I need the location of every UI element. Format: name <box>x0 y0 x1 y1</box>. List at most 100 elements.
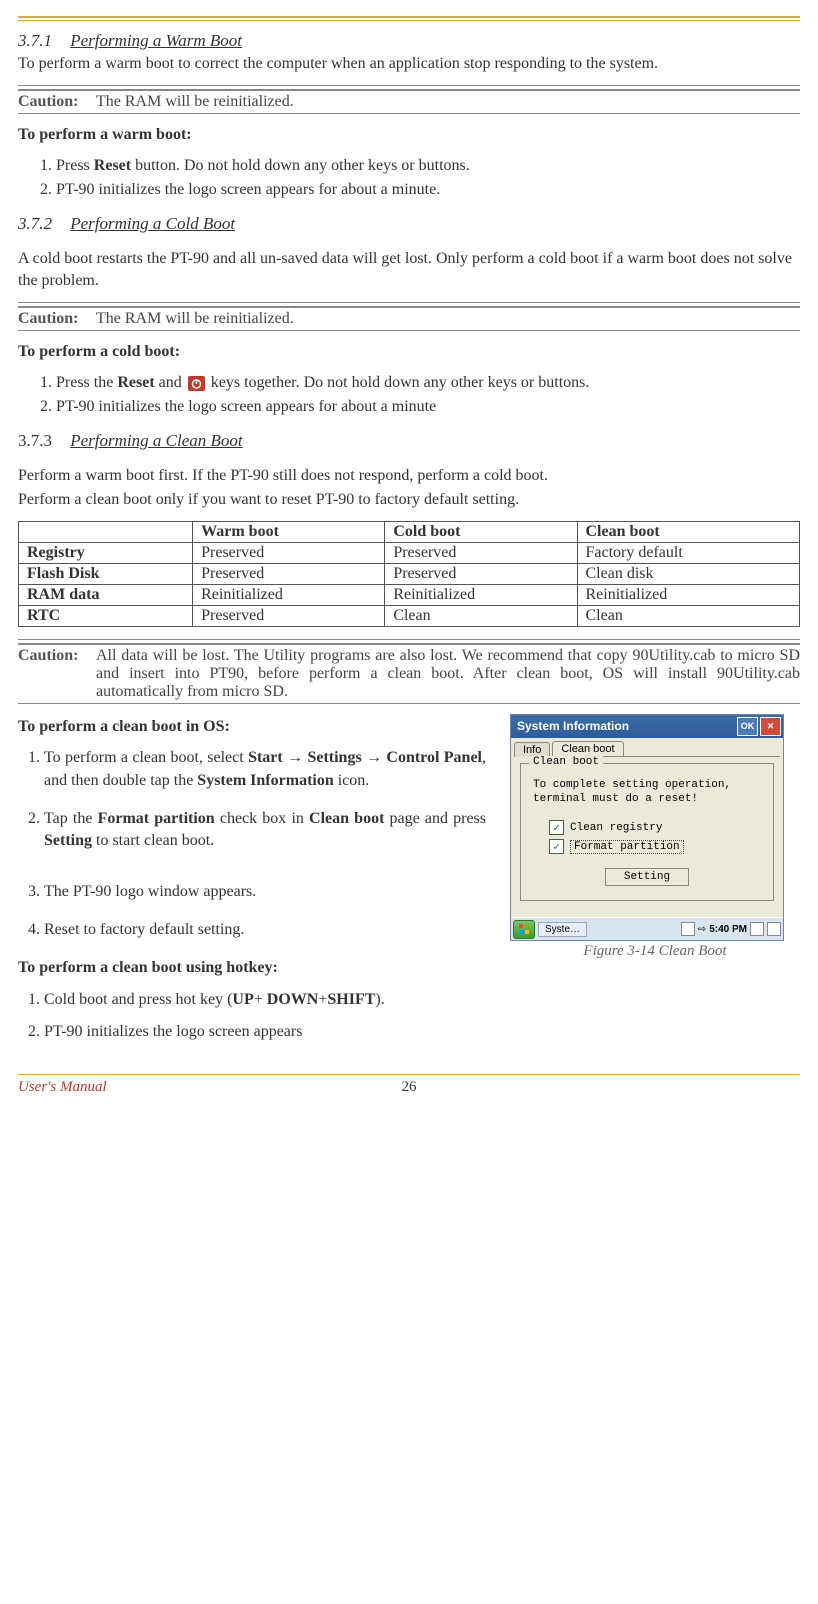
divider <box>18 639 800 645</box>
table-cell: Preserved <box>385 563 577 584</box>
divider <box>18 113 800 114</box>
checkbox-icon: ✓ <box>549 820 564 835</box>
list-item: To perform a clean boot, select Start → … <box>44 747 486 792</box>
caution-label: Caution: <box>18 93 96 111</box>
table-header: Clean boot <box>577 521 800 542</box>
dialog-title: System Information <box>517 719 629 733</box>
text: Press <box>56 157 94 174</box>
tray-icon[interactable] <box>750 922 764 936</box>
text: → <box>362 749 387 766</box>
list-item: Reset to factory default setting. <box>44 919 486 941</box>
page-footer: User's Manual 26 User's Manual <box>18 1079 800 1096</box>
text: ). <box>375 991 384 1008</box>
table-row: Warm boot Cold boot Clean boot <box>19 521 800 542</box>
warm-steps-list: Press Reset button. Do not hold down any… <box>18 155 800 200</box>
list-item: Press Reset button. Do not hold down any… <box>56 155 800 177</box>
dialog-titlebar: System Information OK ✕ <box>511 715 783 738</box>
divider <box>18 703 800 704</box>
close-button[interactable]: ✕ <box>760 717 781 736</box>
text: Press the <box>56 374 117 391</box>
text-bold: Reset <box>94 157 131 174</box>
table-cell: Registry <box>19 542 193 563</box>
dialog-tabs: Info Clean boot <box>511 738 783 756</box>
text: keys together. Do not hold down any othe… <box>207 374 590 391</box>
table-row: Registry Preserved Preserved Factory def… <box>19 542 800 563</box>
taskbar: Syste… ⇨ 5:40 PM <box>511 917 783 940</box>
list-item: The PT-90 logo window appears. <box>44 881 486 903</box>
tray-icon[interactable] <box>681 922 695 936</box>
tab-info[interactable]: Info <box>514 742 550 757</box>
text-bold: Settings <box>307 749 361 766</box>
tray-clock: 5:40 PM <box>709 924 747 935</box>
ok-button[interactable]: OK <box>737 717 758 736</box>
text: and <box>155 374 186 391</box>
group-legend: Clean boot <box>529 756 603 768</box>
text-bold: Start <box>248 749 283 766</box>
table-header: Cold boot <box>385 521 577 542</box>
text: Cold boot and press hot key ( <box>44 991 232 1008</box>
heading-num: 3.7.1 <box>18 31 52 50</box>
checkbox-label: Format partition <box>570 840 684 854</box>
tray-icon[interactable] <box>767 922 781 936</box>
text-bold: Format partition <box>98 810 215 827</box>
text: page and press <box>384 810 486 827</box>
text-bold: UP <box>232 991 253 1008</box>
table-cell: Flash Disk <box>19 563 193 584</box>
footer-page-number: 26 <box>402 1079 417 1096</box>
table-cell: Preserved <box>193 605 385 626</box>
start-button[interactable] <box>513 920 535 939</box>
table-cell: Preserved <box>193 563 385 584</box>
clean-os-steps: To perform a clean boot, select Start → … <box>18 747 486 941</box>
caution-text: The RAM will be reinitialized. <box>96 93 800 111</box>
taskbar-item[interactable]: Syste… <box>538 922 587 937</box>
boot-comparison-table: Warm boot Cold boot Clean boot Registry … <box>18 521 800 627</box>
text-bold: Control Panel <box>386 749 482 766</box>
list-item: PT-90 initializes the logo screen appear… <box>44 1021 486 1043</box>
clean-hotkey-steps: Cold boot and press hot key (UP+ DOWN+SH… <box>18 989 486 1044</box>
text-bold: System Information <box>197 772 333 789</box>
table-cell: Preserved <box>385 542 577 563</box>
list-item: Cold boot and press hot key (UP+ DOWN+SH… <box>44 989 486 1011</box>
checkbox-clean-registry[interactable]: ✓ Clean registry <box>549 820 763 835</box>
clean-os-heading: To perform a clean boot in OS: <box>18 716 486 738</box>
text: To perform a clean boot, select <box>44 749 248 766</box>
tray-arrow-icon: ⇨ <box>698 924 706 935</box>
table-cell: Clean disk <box>577 563 800 584</box>
tab-clean-boot[interactable]: Clean boot <box>552 741 623 756</box>
divider <box>18 330 800 331</box>
clean-intro-2: Perform a clean boot only if you want to… <box>18 489 800 511</box>
checkbox-format-partition[interactable]: ✓ Format partition <box>549 839 763 854</box>
checkbox-icon: ✓ <box>549 839 564 854</box>
setting-button[interactable]: Setting <box>605 868 689 886</box>
caution-text: All data will be lost. The Utility progr… <box>96 647 800 701</box>
table-cell: RTC <box>19 605 193 626</box>
list-item: PT-90 initializes the logo screen appear… <box>56 396 800 418</box>
divider <box>18 85 800 91</box>
heading-num: 3.7.2 <box>18 214 52 233</box>
list-item: Press the Reset and keys together. Do no… <box>56 372 800 394</box>
table-cell: Reinitialized <box>385 584 577 605</box>
heading-title: Performing a Clean Boot <box>70 431 242 450</box>
text-bold: Clean boot <box>309 810 384 827</box>
caution-text: The RAM will be reinitialized. <box>96 310 800 328</box>
top-rule <box>18 16 800 21</box>
text: → <box>283 749 308 766</box>
text: PT-90 initializes the logo screen appear… <box>44 1023 302 1040</box>
heading-num: 3.7.3 <box>18 431 52 450</box>
caution-warm: Caution: The RAM will be reinitialized. <box>18 93 800 111</box>
text: button. Do not hold down any other keys … <box>131 157 470 174</box>
table-header <box>19 521 193 542</box>
cold-steps-list: Press the Reset and keys together. Do no… <box>18 372 800 417</box>
text-bold: SHIFT <box>327 991 375 1008</box>
table-row: RTC Preserved Clean Clean <box>19 605 800 626</box>
text-bold: DOWN <box>267 991 319 1008</box>
warm-intro: To perform a warm boot to correct the co… <box>18 53 800 75</box>
table-cell: Preserved <box>193 542 385 563</box>
table-cell: Reinitialized <box>193 584 385 605</box>
cold-steps-heading: To perform a cold boot: <box>18 341 800 363</box>
caution-label: Caution: <box>18 310 96 328</box>
text-bold: Setting <box>44 832 92 849</box>
checkbox-label: Clean registry <box>570 822 662 834</box>
system-tray: ⇨ 5:40 PM <box>681 922 781 936</box>
text: + <box>254 991 267 1008</box>
